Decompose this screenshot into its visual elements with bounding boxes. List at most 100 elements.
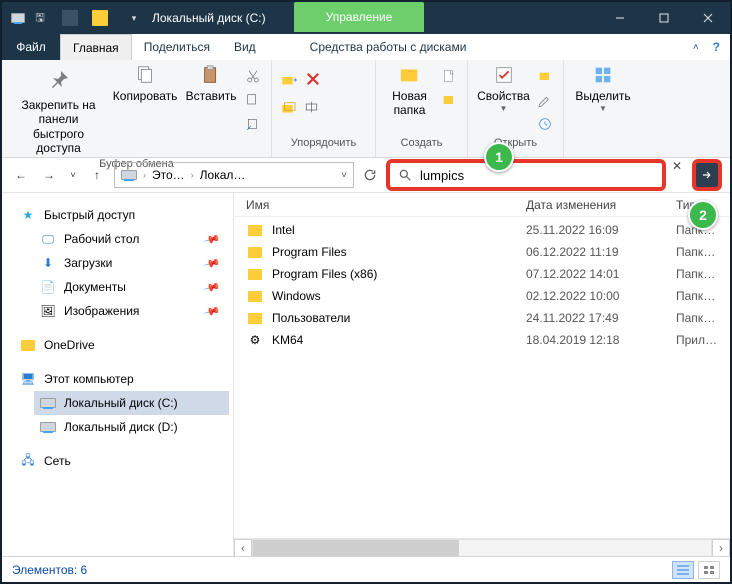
search-input[interactable]	[420, 168, 654, 183]
nav-up[interactable]: ↑	[86, 164, 108, 186]
tree-pictures[interactable]: 🖼Изображения📌	[34, 299, 229, 323]
pin-icon: 📌	[203, 302, 221, 320]
col-name[interactable]: Имя	[246, 198, 526, 212]
table-row[interactable]: Intel25.11.2022 16:09Папка с фай	[234, 219, 730, 241]
table-row[interactable]: Windows02.12.2022 10:00Папка с фай	[234, 285, 730, 307]
cut-icon[interactable]	[245, 68, 263, 86]
scroll-left[interactable]: ‹	[234, 539, 252, 557]
tree-label: Быстрый доступ	[44, 208, 135, 222]
manage-tab[interactable]: Управление	[294, 2, 424, 32]
scroll-thumb[interactable]	[253, 540, 459, 556]
paste-label: Вставить	[186, 90, 237, 104]
file-type: Папка с фай	[676, 245, 718, 259]
file-date: 25.11.2022 16:09	[526, 223, 676, 237]
scroll-right[interactable]: ›	[712, 539, 730, 557]
network-icon: 🖧	[20, 453, 36, 469]
view-large-icons[interactable]	[698, 561, 720, 579]
copy-button[interactable]: Копировать	[113, 64, 177, 104]
tree-this-pc[interactable]: 🖥Этот компьютер	[14, 367, 229, 391]
tree-label: Этот компьютер	[44, 372, 134, 386]
chevron-down-icon[interactable]: ▾	[126, 10, 142, 26]
hscrollbar[interactable]: ‹ ›	[234, 538, 730, 556]
file-date: 18.04.2019 12:18	[526, 333, 676, 347]
move-to-icon[interactable]	[280, 70, 298, 88]
refresh-button[interactable]	[360, 168, 380, 182]
file-name: Пользователи	[272, 311, 526, 325]
tab-view[interactable]: Вид	[222, 34, 268, 60]
search-clear[interactable]: ✕	[666, 159, 688, 191]
scroll-track[interactable]	[252, 539, 712, 557]
search-go-button[interactable]	[692, 159, 722, 191]
close-button[interactable]	[686, 2, 730, 34]
annotation-badge-1: 1	[484, 142, 514, 172]
tab-home[interactable]: Главная	[60, 34, 132, 60]
breadcrumb-pc[interactable]: Это…	[152, 168, 185, 182]
new-item-icon[interactable]	[441, 68, 459, 86]
copy-path-icon[interactable]	[245, 92, 263, 110]
open-icon[interactable]	[537, 68, 555, 86]
history-icon[interactable]	[537, 116, 555, 134]
properties-label: Свойства	[477, 90, 530, 104]
annotation-badge-2: 2	[688, 200, 718, 230]
tree-desktop[interactable]: 🖵Рабочий стол📌	[34, 227, 229, 251]
quick-access-toolbar: 🖫 ▾	[2, 2, 142, 34]
easy-access-icon[interactable]	[441, 92, 459, 110]
table-row[interactable]: Пользователи24.11.2022 17:49Папка с фай	[234, 307, 730, 329]
folder-icon	[246, 244, 264, 260]
pin-to-quick[interactable]: Закрепить на панели быстрого доступа	[10, 64, 107, 158]
file-name: KM64	[272, 333, 526, 347]
status-bar: Элементов: 6	[2, 556, 730, 582]
tree-label: Рабочий стол	[64, 232, 139, 246]
paste-button[interactable]: Вставить	[183, 64, 239, 104]
tab-drive-tools[interactable]: Средства работы с дисками	[298, 34, 479, 60]
collapse-ribbon-icon[interactable]: ˄	[693, 42, 699, 53]
select-button[interactable]: Выделить ▼	[572, 64, 634, 113]
maximize-button[interactable]	[642, 2, 686, 34]
view-details[interactable]	[672, 561, 694, 579]
tab-file[interactable]: Файл	[2, 34, 60, 60]
clipboard-small	[245, 64, 263, 134]
tab-share[interactable]: Поделиться	[132, 34, 222, 60]
table-row[interactable]: Program Files06.12.2022 11:19Папка с фай	[234, 241, 730, 263]
col-modified[interactable]: Дата изменения	[526, 198, 676, 212]
nav-back[interactable]: ←	[10, 164, 32, 186]
star-icon: ★	[20, 207, 36, 223]
tree-documents[interactable]: 📄Документы📌	[34, 275, 229, 299]
edit-icon[interactable]	[537, 92, 555, 110]
properties-button[interactable]: Свойства ▼	[476, 64, 531, 113]
tree-drive-c[interactable]: Локальный диск (C:)	[34, 391, 229, 415]
save-icon[interactable]: 🖫	[32, 10, 48, 26]
new-folder-button[interactable]: Новая папка	[384, 64, 435, 118]
tree-label: Изображения	[64, 304, 139, 318]
nav-history-dropdown[interactable]: ˅	[66, 164, 80, 186]
pin-icon: 📌	[203, 230, 221, 248]
tree-drive-d[interactable]: Локальный диск (D:)	[34, 415, 229, 439]
tree-onedrive[interactable]: OneDrive	[14, 333, 229, 357]
address-bar[interactable]: › Это… › Локал… ˅	[114, 162, 354, 188]
drive-icon	[40, 419, 56, 435]
copy-to-icon[interactable]	[280, 98, 298, 116]
breadcrumb-drive[interactable]: Локал…	[200, 168, 246, 182]
tree-network[interactable]: 🖧Сеть	[14, 449, 229, 473]
paste-shortcut-icon[interactable]	[245, 116, 263, 134]
column-headers[interactable]: Имя Дата изменения Тип	[234, 193, 730, 217]
nav-tree: ★ Быстрый доступ 🖵Рабочий стол📌 ⬇Загрузк…	[2, 193, 234, 556]
help-icon[interactable]: ?	[713, 40, 720, 54]
minimize-button[interactable]	[598, 2, 642, 34]
status-item-count: Элементов: 6	[12, 563, 87, 577]
table-row[interactable]: ⚙KM6418.04.2019 12:18Приложени	[234, 329, 730, 351]
file-name: Intel	[272, 223, 526, 237]
search-box[interactable]	[386, 159, 666, 191]
tree-label: Локальный диск (C:)	[64, 396, 178, 410]
tree-quick-access[interactable]: ★ Быстрый доступ	[14, 203, 229, 227]
properties-icon	[493, 64, 515, 86]
table-row[interactable]: Program Files (x86)07.12.2022 14:01Папка…	[234, 263, 730, 285]
tree-downloads[interactable]: ⬇Загрузки📌	[34, 251, 229, 275]
rename-icon[interactable]	[304, 98, 322, 116]
app-icon: ⚙	[246, 332, 264, 348]
delete-icon[interactable]	[304, 70, 322, 88]
new-small	[441, 64, 459, 110]
new-folder-label: Новая папка	[384, 90, 435, 118]
address-dropdown[interactable]: ˅	[341, 170, 347, 181]
nav-forward[interactable]: →	[38, 164, 60, 186]
